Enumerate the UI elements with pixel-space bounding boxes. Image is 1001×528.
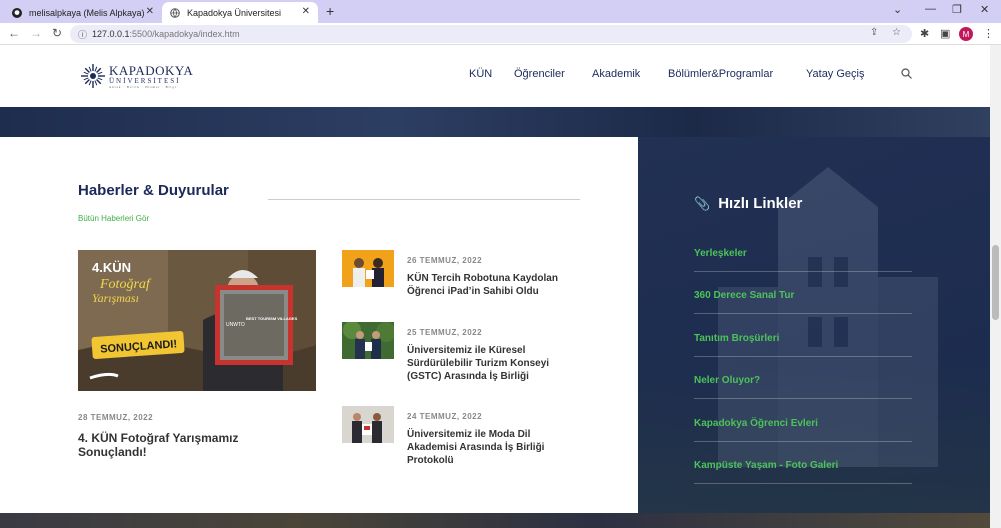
close-tab-icon[interactable]: ✕: [146, 6, 154, 17]
tab-title: melisalpkaya (Melis Alpkaya): [29, 7, 145, 18]
quick-link-ogrenci-evleri[interactable]: Kapadokya Öğrenci Evleri: [694, 418, 912, 442]
url-field[interactable]: ⓘ 127.0.0.1:5500/kapadokya/index.htm ⇪ ☆: [70, 25, 912, 43]
browser-menu-icon[interactable]: ⋮: [983, 27, 994, 40]
news-date: 25 TEMMUZ, 2022: [407, 328, 483, 337]
featured-news-date: 28 TEMMUZ, 2022: [78, 413, 154, 422]
news-title[interactable]: Üniversitemiz ile Küresel Sürdürülebilir…: [407, 344, 582, 383]
hero-background-strip: [0, 107, 990, 137]
page-viewport: KAPADOKYA ÜNİVERSİTESİ Ahlak · Birlik · …: [0, 45, 990, 528]
featured-news-title[interactable]: 4. KÜN Fotoğraf Yarışmamız Sonuçlandı!: [78, 431, 278, 459]
site-info-icon[interactable]: ⓘ: [78, 28, 87, 41]
close-tab-icon[interactable]: ✕: [302, 6, 310, 17]
quick-link-brosurler[interactable]: Tanıtım Broşürleri: [694, 333, 912, 357]
paperclip-icon: 📎: [694, 195, 711, 211]
quick-link-sanal-tur[interactable]: 360 Derece Sanal Tur: [694, 290, 912, 314]
featured-image-top1: 4.KÜN: [92, 260, 131, 275]
news-date: 26 TEMMUZ, 2022: [407, 256, 483, 265]
news-thumbnail[interactable]: [342, 406, 394, 443]
logo-motto: Ahlak · Birlik · Hizmet · Bilgi: [109, 84, 177, 89]
forward-icon[interactable]: →: [30, 26, 42, 40]
minimize-icon[interactable]: —: [925, 3, 936, 15]
quick-link-yerleskeler[interactable]: Yerleşkeler: [694, 248, 912, 272]
featured-news-image[interactable]: 4.KÜN Fotoğraf Yarışması SONUÇLANDI! UNW…: [78, 250, 316, 391]
github-icon: [12, 7, 22, 18]
logo-emblem-icon: [81, 64, 105, 88]
browser-tab-github[interactable]: melisalpkaya (Melis Alpkaya) ✕: [4, 2, 162, 23]
extensions-puzzle-icon[interactable]: ✱: [920, 27, 929, 40]
nav-item-ogrenciler[interactable]: Öğrenciler: [514, 68, 565, 80]
bookmark-star-icon[interactable]: ☆: [892, 27, 901, 38]
news-thumbnail[interactable]: [342, 322, 394, 359]
quick-links-panel: 📎 Hızlı Linkler Yerleşkeler 360 Derece S…: [638, 137, 990, 513]
nav-item-bolumler-programlar[interactable]: Bölümler&Programlar: [668, 68, 773, 80]
news-date: 24 TEMMUZ, 2022: [407, 412, 483, 421]
profile-avatar[interactable]: M: [959, 27, 973, 41]
logo-line1: KAPADOKYA: [109, 62, 194, 78]
news-title[interactable]: KÜN Tercih Robotuna Kaydolan Öğrenci iPa…: [407, 272, 582, 298]
quick-link-foto-galeri[interactable]: Kampüste Yaşam - Foto Galeri: [694, 460, 912, 484]
nav-item-kun[interactable]: KÜN: [469, 68, 492, 80]
reload-icon[interactable]: ↻: [52, 26, 62, 40]
site-header: KAPADOKYA ÜNİVERSİTESİ Ahlak · Birlik · …: [0, 45, 990, 107]
featured-image-top3: Yarışması: [92, 291, 139, 305]
new-tab-icon[interactable]: +: [326, 3, 334, 19]
quick-links-title: 📎 Hızlı Linkler: [694, 195, 802, 212]
globe-icon: [170, 7, 180, 18]
news-section: Haberler & Duyurular Bütün Haberleri Gör…: [0, 137, 638, 513]
nav-item-akademik[interactable]: Akademik: [592, 68, 640, 80]
bottom-image-strip: [0, 513, 990, 528]
url-host: 127.0.0.1: [92, 29, 130, 39]
address-bar-row: ← → ↻ ⓘ 127.0.0.1:5500/kapadokya/index.h…: [0, 23, 1001, 45]
tab-title: Kapadokya Üniversitesi: [187, 7, 282, 18]
featured-image-top2: Fotoğraf: [99, 277, 152, 292]
back-icon[interactable]: ←: [8, 26, 20, 40]
nav-item-yatay-gecis[interactable]: Yatay Geçiş: [806, 68, 865, 80]
scrollbar-thumb[interactable]: [992, 245, 999, 320]
restore-icon[interactable]: ❐: [952, 3, 962, 16]
browser-tab-strip: melisalpkaya (Melis Alpkaya) ✕ Kapadokya…: [0, 0, 1001, 23]
side-panel-icon[interactable]: ▣: [940, 27, 950, 40]
tab-search-chevron-icon[interactable]: ⌄: [893, 3, 902, 16]
logo-line2: ÜNİVERSİTESİ: [109, 76, 181, 85]
page-scrollbar[interactable]: [990, 45, 1001, 528]
url-path: :5500/kapadokya/index.htm: [129, 29, 240, 39]
search-icon[interactable]: [901, 68, 912, 82]
browser-tab-kapadokya[interactable]: Kapadokya Üniversitesi ✕: [162, 2, 318, 23]
news-title[interactable]: Üniversitemiz ile Moda Dil Akademisi Ara…: [407, 428, 582, 467]
title-divider: [268, 199, 580, 200]
news-thumbnail[interactable]: [342, 250, 394, 287]
featured-image-org: UNWTO: [226, 322, 245, 328]
quick-link-neler-oluyor[interactable]: Neler Oluyor?: [694, 375, 912, 399]
featured-image-frame-text: BEST TOURISM VILLAGES: [246, 316, 298, 321]
all-news-link[interactable]: Bütün Haberleri Gör: [78, 214, 149, 223]
share-icon[interactable]: ⇪: [870, 27, 878, 38]
university-logo[interactable]: KAPADOKYA ÜNİVERSİTESİ Ahlak · Birlik · …: [80, 63, 193, 89]
quick-links-heading: Hızlı Linkler: [718, 195, 803, 212]
news-section-title: Haberler & Duyurular: [78, 182, 229, 199]
window-close-icon[interactable]: ✕: [980, 3, 989, 16]
